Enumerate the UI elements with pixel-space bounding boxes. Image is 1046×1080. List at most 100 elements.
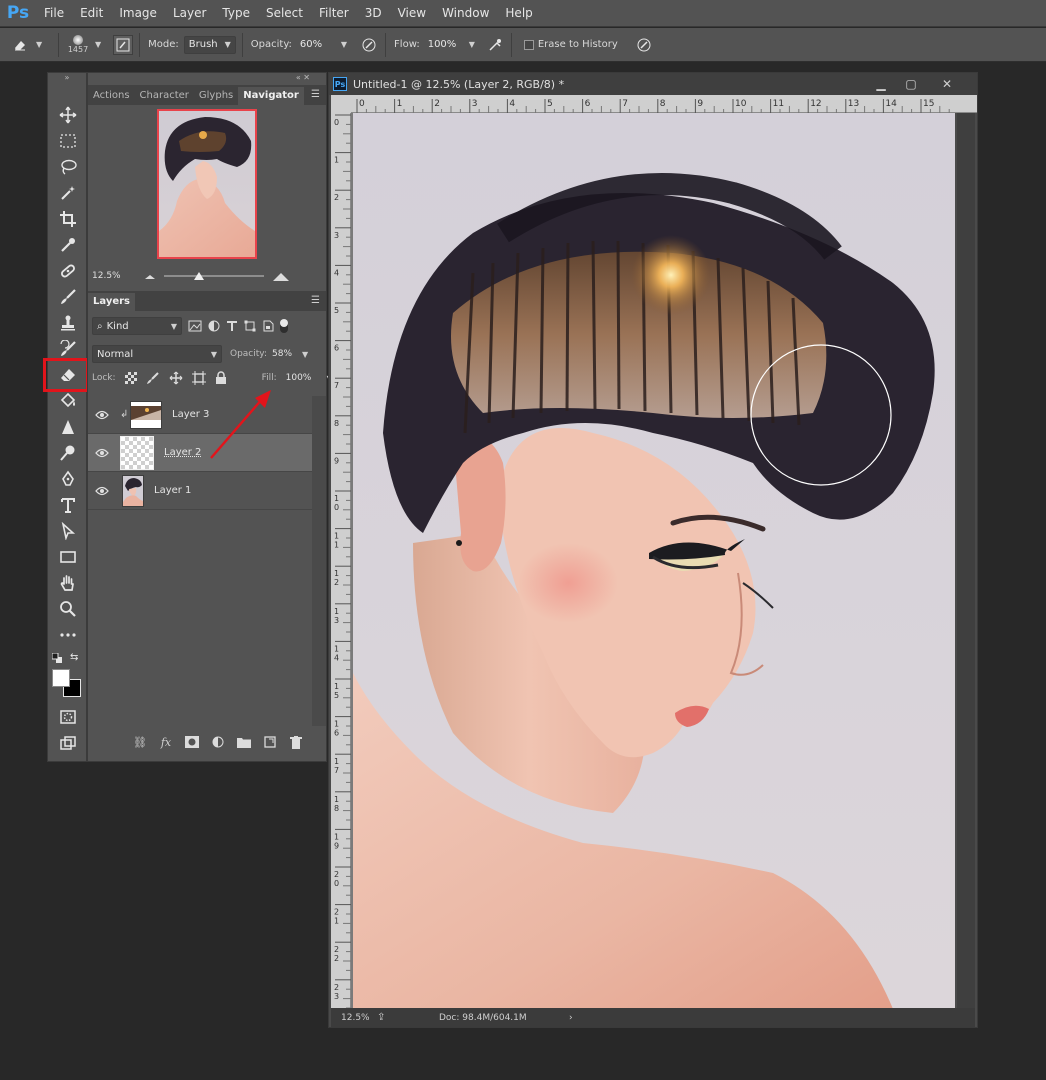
ruler-origin[interactable] xyxy=(331,95,351,113)
layer-name[interactable]: Layer 3 xyxy=(172,409,209,420)
magic-wand-tool[interactable] xyxy=(54,181,82,205)
blur-tool[interactable] xyxy=(54,415,82,439)
new-group-folder-icon[interactable] xyxy=(236,734,252,750)
vertical-ruler[interactable]: 01234567891011121314151617181920212223 xyxy=(331,113,351,1009)
visibility-eye-icon[interactable] xyxy=(88,410,116,420)
zoom-out-icon[interactable] xyxy=(144,271,156,281)
zoom-in-icon[interactable] xyxy=(272,270,290,282)
zoom-tool[interactable] xyxy=(54,597,82,621)
type-tool[interactable] xyxy=(54,493,82,517)
stamp-tool[interactable] xyxy=(54,311,82,335)
lock-artboard-icon[interactable] xyxy=(191,371,206,385)
screen-mode-button[interactable] xyxy=(54,731,82,755)
panel-collapse-grip[interactable]: » xyxy=(48,73,86,85)
menu-filter[interactable]: Filter xyxy=(311,0,357,27)
maximize-button[interactable]: ▢ xyxy=(899,75,923,93)
filter-shape-icon[interactable] xyxy=(244,320,256,332)
default-colors-button[interactable] xyxy=(51,652,62,663)
status-menu-chevron-icon[interactable]: › xyxy=(569,1013,573,1023)
close-button[interactable]: ✕ xyxy=(935,75,959,93)
panel-menu-icon[interactable]: ☰ xyxy=(311,295,320,306)
chevron-down-icon[interactable]: ▼ xyxy=(341,40,347,49)
move-tool[interactable] xyxy=(54,103,82,127)
menu-help[interactable]: Help xyxy=(497,0,540,27)
tab-glyphs[interactable]: Glyphs xyxy=(194,87,238,105)
menu-type[interactable]: Type xyxy=(214,0,258,27)
layer-list-scrollbar[interactable] xyxy=(312,396,326,726)
flow-input[interactable]: 100% xyxy=(425,36,465,54)
swap-colors-button[interactable]: ⇆ xyxy=(70,652,82,664)
mode-dropdown[interactable]: Brush ▼ xyxy=(183,35,236,54)
lock-position-icon[interactable] xyxy=(169,371,183,385)
brush-preset-picker[interactable]: 1457 xyxy=(65,35,91,54)
chevron-down-icon[interactable]: ▼ xyxy=(469,40,475,49)
pen-tool[interactable] xyxy=(54,467,82,491)
adjustment-layer-icon[interactable] xyxy=(210,734,226,750)
document-tab[interactable]: Ps Untitled-1 @ 12.5% (Layer 2, RGB/8) *… xyxy=(329,73,977,95)
panel-menu-icon[interactable]: ☰ xyxy=(311,89,320,100)
layer-name[interactable]: Layer 2 xyxy=(164,447,201,458)
path-selection-tool[interactable] xyxy=(54,519,82,543)
eyedropper-tool[interactable] xyxy=(54,233,82,257)
lock-image-icon[interactable] xyxy=(146,371,160,385)
edit-toolbar-button[interactable] xyxy=(54,623,82,647)
opacity-input[interactable]: 60% xyxy=(297,36,337,54)
visibility-eye-icon[interactable] xyxy=(88,486,116,496)
tab-character[interactable]: Character xyxy=(135,87,194,105)
erase-to-history-checkbox[interactable] xyxy=(523,39,534,50)
menu-select[interactable]: Select xyxy=(258,0,311,27)
crop-tool[interactable] xyxy=(54,207,82,231)
tab-layers[interactable]: Layers xyxy=(88,293,135,311)
filter-toggle-switch[interactable] xyxy=(280,319,288,333)
add-mask-icon[interactable] xyxy=(184,734,200,750)
tool-preset-picker[interactable]: ▼ xyxy=(12,37,52,53)
healing-tool[interactable] xyxy=(54,259,82,283)
filter-adjustment-icon[interactable] xyxy=(208,320,220,332)
pressure-size-toggle[interactable] xyxy=(634,35,654,55)
menu-window[interactable]: Window xyxy=(434,0,497,27)
tab-navigator[interactable]: Navigator xyxy=(238,87,304,105)
filter-pixel-icon[interactable] xyxy=(188,320,202,332)
pressure-opacity-toggle[interactable] xyxy=(359,35,379,55)
new-layer-icon[interactable] xyxy=(262,734,278,750)
menu-layer[interactable]: Layer xyxy=(165,0,214,27)
menu-3d[interactable]: 3D xyxy=(357,0,390,27)
rectangle-tool[interactable] xyxy=(54,545,82,569)
chevron-down-icon[interactable]: ▼ xyxy=(95,40,101,49)
airbrush-toggle[interactable] xyxy=(485,35,505,55)
tab-actions[interactable]: Actions xyxy=(88,87,135,105)
marquee-tool[interactable] xyxy=(54,129,82,153)
hand-tool[interactable] xyxy=(54,571,82,595)
blend-mode-dropdown[interactable]: Normal ▼ xyxy=(92,345,222,363)
canvas-area[interactable] xyxy=(351,113,955,1009)
fill-value[interactable]: 100% xyxy=(286,373,314,383)
paint-bucket-tool[interactable] xyxy=(54,389,82,413)
layer-opacity-value[interactable]: 58% xyxy=(272,349,298,359)
slider-thumb[interactable] xyxy=(194,272,204,280)
share-icon[interactable]: ⇪ xyxy=(377,1012,417,1023)
layer-style-fx-icon[interactable]: fx xyxy=(158,734,174,750)
menu-view[interactable]: View xyxy=(390,0,434,27)
panel-collapse-grip[interactable]: « ✕ xyxy=(88,73,326,85)
trash-icon[interactable] xyxy=(288,734,304,750)
menu-file[interactable]: File xyxy=(36,0,72,27)
navigator-zoom-slider[interactable] xyxy=(164,271,264,281)
document-canvas[interactable] xyxy=(353,113,955,1009)
navigator-thumbnail[interactable] xyxy=(157,109,257,259)
link-layers-icon[interactable]: ⛓ xyxy=(132,734,148,750)
horizontal-ruler[interactable]: 0 1 2 3 4 5 6 7 8 9 10 11 12 13 14 15 xyxy=(351,95,977,113)
dodge-tool[interactable] xyxy=(54,441,82,465)
brush-panel-toggle[interactable] xyxy=(113,34,134,55)
brush-tool[interactable] xyxy=(54,285,82,309)
filter-type-icon[interactable] xyxy=(226,320,238,332)
lock-transparent-icon[interactable] xyxy=(124,372,137,384)
chevron-down-icon[interactable]: ▼ xyxy=(302,350,308,359)
quick-mask-button[interactable] xyxy=(54,705,82,729)
menu-image[interactable]: Image xyxy=(111,0,165,27)
lasso-tool[interactable] xyxy=(54,155,82,179)
filter-smart-object-icon[interactable] xyxy=(262,320,274,332)
layer-name[interactable]: Layer 1 xyxy=(154,485,191,496)
status-zoom-value[interactable]: 12.5% xyxy=(341,1013,377,1023)
layer-row-layer-1[interactable]: Layer 1 xyxy=(88,472,312,510)
menu-edit[interactable]: Edit xyxy=(72,0,111,27)
